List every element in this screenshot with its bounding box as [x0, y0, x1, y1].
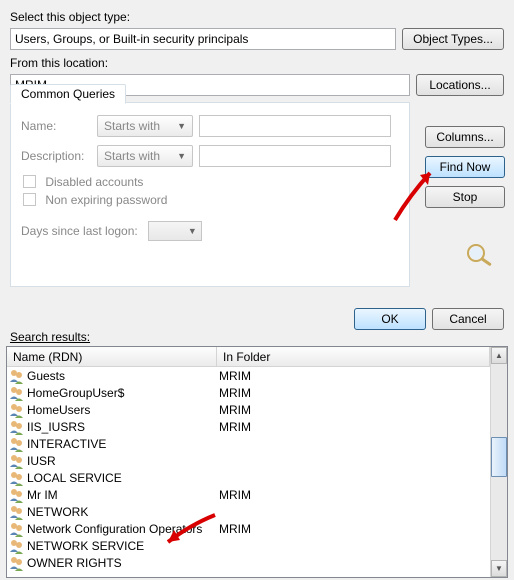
chevron-down-icon: ▼	[188, 226, 197, 236]
scroll-thumb[interactable]	[491, 437, 507, 477]
principal-icon	[9, 504, 25, 520]
principal-icon	[9, 368, 25, 384]
table-row[interactable]: Network Configuration OperatorsMRIM	[7, 520, 490, 537]
cell-name: HomeUsers	[27, 403, 219, 417]
cell-name: Network Configuration Operators	[27, 522, 219, 536]
cell-name: INTERACTIVE	[27, 437, 219, 451]
cell-name: Guests	[27, 369, 219, 383]
columns-button[interactable]: Columns...	[425, 126, 505, 148]
name-match-value: Starts with	[104, 119, 160, 133]
principal-icon	[9, 521, 25, 537]
principal-icon	[9, 419, 25, 435]
description-label: Description:	[21, 149, 91, 163]
desc-match-value: Starts with	[104, 149, 160, 163]
principal-icon	[9, 555, 25, 571]
cell-folder: MRIM	[219, 488, 490, 502]
cell-folder: MRIM	[219, 403, 490, 417]
principal-icon	[9, 436, 25, 452]
column-header-name[interactable]: Name (RDN)	[7, 347, 217, 366]
name-label: Name:	[21, 119, 91, 133]
principal-icon	[9, 402, 25, 418]
table-row[interactable]: OWNER RIGHTS	[7, 554, 490, 571]
cell-name: IIS_IUSRS	[27, 420, 219, 434]
principal-icon	[9, 487, 25, 503]
cell-folder: MRIM	[219, 369, 490, 383]
principal-icon	[9, 538, 25, 554]
table-row[interactable]: INTERACTIVE	[7, 435, 490, 452]
from-location-label: From this location:	[10, 56, 504, 70]
cell-folder: MRIM	[219, 420, 490, 434]
table-row[interactable]: HomeUsersMRIM	[7, 401, 490, 418]
name-match-combo[interactable]: Starts with ▼	[97, 115, 193, 137]
principal-icon	[9, 385, 25, 401]
principal-icon	[9, 453, 25, 469]
search-results-label: Search results:	[10, 330, 90, 344]
days-since-logon-combo: ▼	[148, 221, 202, 241]
cell-name: NETWORK SERVICE	[27, 539, 219, 553]
stop-button[interactable]: Stop	[425, 186, 505, 208]
cell-folder: MRIM	[219, 386, 490, 400]
cell-name: IUSR	[27, 454, 219, 468]
table-row[interactable]: Mr IMMRIM	[7, 486, 490, 503]
ok-button[interactable]: OK	[354, 308, 426, 330]
table-row[interactable]: NETWORK SERVICE	[7, 537, 490, 554]
non-expiring-checkbox[interactable]	[23, 193, 36, 206]
disabled-accounts-checkbox[interactable]	[23, 175, 36, 188]
cell-folder: MRIM	[219, 522, 490, 536]
object-type-field[interactable]	[10, 28, 396, 50]
vertical-scrollbar[interactable]: ▲ ▼	[490, 347, 507, 577]
object-types-button[interactable]: Object Types...	[402, 28, 504, 50]
find-now-button[interactable]: Find Now	[425, 156, 505, 178]
magnifier-icon	[465, 242, 497, 266]
results-grid: Name (RDN) In Folder GuestsMRIMHomeGroup…	[6, 346, 508, 578]
non-expiring-label: Non expiring password	[45, 193, 167, 207]
table-row[interactable]: HomeGroupUser$MRIM	[7, 384, 490, 401]
scroll-up-button[interactable]: ▲	[491, 347, 507, 364]
column-header-folder[interactable]: In Folder	[217, 347, 490, 366]
description-input[interactable]	[199, 145, 391, 167]
locations-button[interactable]: Locations...	[416, 74, 504, 96]
tab-common-queries[interactable]: Common Queries	[10, 84, 126, 104]
chevron-down-icon: ▼	[177, 151, 186, 161]
disabled-accounts-label: Disabled accounts	[45, 175, 143, 189]
table-row[interactable]: NETWORK	[7, 503, 490, 520]
cell-name: Mr IM	[27, 488, 219, 502]
desc-match-combo[interactable]: Starts with ▼	[97, 145, 193, 167]
select-object-type-label: Select this object type:	[10, 10, 504, 24]
cell-name: HomeGroupUser$	[27, 386, 219, 400]
cancel-button[interactable]: Cancel	[432, 308, 504, 330]
days-since-logon-label: Days since last logon:	[21, 224, 138, 238]
cell-name: OWNER RIGHTS	[27, 556, 219, 570]
scroll-down-button[interactable]: ▼	[491, 560, 507, 577]
table-row[interactable]: LOCAL SERVICE	[7, 469, 490, 486]
cell-name: LOCAL SERVICE	[27, 471, 219, 485]
principal-icon	[9, 470, 25, 486]
table-row[interactable]: GuestsMRIM	[7, 367, 490, 384]
chevron-down-icon: ▼	[177, 121, 186, 131]
cell-name: NETWORK	[27, 505, 219, 519]
table-row[interactable]: IIS_IUSRSMRIM	[7, 418, 490, 435]
name-input[interactable]	[199, 115, 391, 137]
table-row[interactable]: IUSR	[7, 452, 490, 469]
